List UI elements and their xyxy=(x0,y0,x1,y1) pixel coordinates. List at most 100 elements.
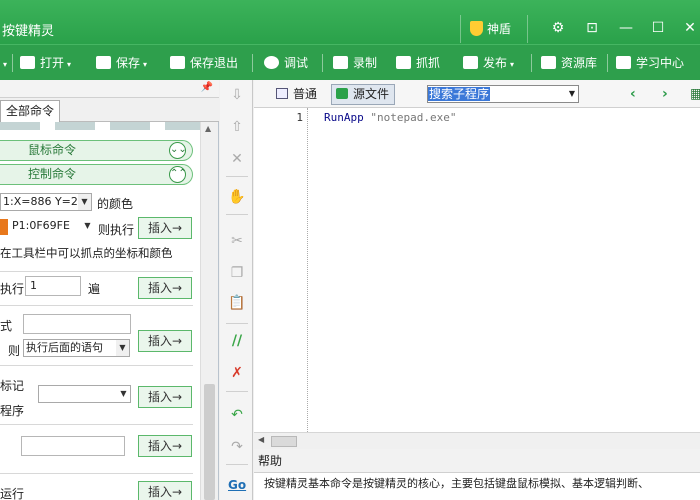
label-select[interactable]: ▼ xyxy=(38,385,131,403)
extra-input[interactable] xyxy=(21,436,125,456)
undo-icon[interactable]: ↶ xyxy=(228,406,246,424)
panel-scrollbar[interactable]: ▲ xyxy=(200,122,218,500)
mode-source-button[interactable]: 源文件 xyxy=(331,84,396,105)
insert-button-color[interactable]: 插入→ xyxy=(138,217,192,239)
command-panel: 📌 全部命令 鼠标命令 ⌄⌄ 控制命令 ⌃⌃ 1:X=886 Y=235 ▼ 的颜… xyxy=(0,80,219,500)
scroll-thumb[interactable] xyxy=(204,384,215,500)
collapse-chevron-icon[interactable]: ⌃⌃ xyxy=(169,166,187,183)
coord-select[interactable]: 1:X=886 Y=235 ▼ xyxy=(0,193,92,211)
insert-button-run[interactable]: 插入→ xyxy=(138,481,192,500)
source-view-icon xyxy=(336,88,348,99)
skin-icon[interactable]: ⊡ xyxy=(580,18,604,38)
edit-icon-strip: ⇩ ⇧ ✕ ✋ ✂ ❐ 📋 // ✗ ↶ ↷ Go xyxy=(220,80,253,500)
mode-normal-button[interactable]: 普通 xyxy=(271,84,323,105)
editor-toolbar: 普通 源文件 搜索子程序 ▼ ‹ › ▦ xyxy=(254,80,700,108)
window-title: 按键精灵 xyxy=(2,24,55,39)
settings-icon[interactable]: ⚙ xyxy=(546,18,570,38)
scroll-left-icon[interactable]: ◀ xyxy=(258,435,264,444)
section-mouse-label: 鼠标命令 xyxy=(28,143,77,157)
delete-icon[interactable]: ✕ xyxy=(228,150,246,168)
section-control-label: 控制命令 xyxy=(28,167,77,181)
cond-then-label: 则 xyxy=(8,344,21,358)
publish-button[interactable]: 发布 ▾ xyxy=(463,45,514,81)
hand-icon[interactable]: ✋ xyxy=(228,188,246,206)
line-gutter: 1 xyxy=(254,108,308,432)
maximize-button[interactable]: ☐ xyxy=(646,18,670,38)
color-value-select[interactable]: P1:0F69FE ▼ xyxy=(10,218,94,236)
code-string: "notepad.exe" xyxy=(370,111,457,124)
cut-icon[interactable]: ✂ xyxy=(228,232,246,250)
insert-button-loop[interactable]: 插入→ xyxy=(138,277,192,299)
next-nav-icon[interactable]: › xyxy=(662,86,668,102)
comment-icon[interactable]: // xyxy=(228,332,246,350)
learn-center-button[interactable]: 学习中心 xyxy=(616,45,684,81)
grid-view-icon[interactable]: ▦ xyxy=(690,86,700,102)
save-button[interactable]: 保存 ▾ xyxy=(96,45,147,81)
close-button[interactable]: ✕ xyxy=(678,18,700,38)
panel-header: 📌 xyxy=(0,80,219,98)
insert-button-label[interactable]: 插入→ xyxy=(138,386,192,408)
learn-icon xyxy=(616,56,631,69)
library-button[interactable]: 资源库 xyxy=(541,45,597,81)
record-button[interactable]: 录制 xyxy=(333,45,377,81)
insert-button-condition[interactable]: 插入→ xyxy=(138,330,192,352)
shield-icon xyxy=(470,21,483,36)
line-number: 1 xyxy=(296,111,303,124)
tab-all-commands[interactable]: 全部命令 xyxy=(0,100,60,122)
save-exit-icon xyxy=(170,56,185,69)
loop-prefix-label: 执行 xyxy=(0,282,25,296)
debug-button[interactable]: 调试 xyxy=(264,45,308,81)
cond-action-select[interactable]: 执行后面的语句 ▼ xyxy=(23,339,130,357)
cond-input[interactable] xyxy=(23,314,131,334)
record-icon xyxy=(333,56,348,69)
insert-button-extra[interactable]: 插入→ xyxy=(138,435,192,457)
goto-icon[interactable]: Go xyxy=(228,476,246,494)
label-prefix: 标记 xyxy=(0,379,25,393)
uncomment-icon[interactable]: ✗ xyxy=(228,364,246,382)
then-exec-label: 则执行 xyxy=(98,223,135,237)
cond-prefix-label: 式 xyxy=(0,319,13,333)
main-toolbar: ▾ 打开 ▾ 保存 ▾ 保存退出 调试 录制 抓抓 发布 ▾ 资源库 学习中心 xyxy=(0,44,700,80)
minimize-button[interactable]: — xyxy=(614,18,638,38)
color-swatch xyxy=(0,219,8,235)
library-icon xyxy=(541,56,556,69)
help-text: 按键精灵基本命令是按键精灵的核心，主要包括键盘鼠标模拟、基本逻辑判断、 xyxy=(254,473,700,500)
redo-icon[interactable]: ↷ xyxy=(228,438,246,456)
play-icon xyxy=(264,56,279,69)
procedure-prefix: 程序 xyxy=(0,404,25,418)
subroutine-search-select[interactable]: 搜索子程序 ▼ xyxy=(427,85,579,103)
open-button[interactable]: 打开 ▾ xyxy=(20,45,71,81)
panel-tabstrip: 全部命令 xyxy=(0,98,219,122)
color-suffix-label: 的颜色 xyxy=(97,197,134,211)
run-prefix-label: 运行 xyxy=(0,487,25,500)
code-keyword: RunApp xyxy=(324,111,364,124)
move-down-icon[interactable]: ⇩ xyxy=(228,86,246,104)
color-hint: 在工具栏中可以抓点的坐标和颜色 xyxy=(0,246,173,260)
cut-off-row xyxy=(0,122,200,130)
hscroll-thumb[interactable] xyxy=(271,436,297,447)
folder-icon xyxy=(20,56,35,69)
scroll-up-icon[interactable]: ▲ xyxy=(205,124,211,133)
move-up-icon[interactable]: ⇧ xyxy=(228,118,246,136)
code-editor[interactable]: 1 RunApp "notepad.exe" xyxy=(254,108,700,432)
section-control-commands[interactable]: 控制命令 ⌃⌃ xyxy=(0,164,193,185)
pin-icon[interactable]: 📌 xyxy=(201,82,213,93)
copy-icon[interactable]: ❐ xyxy=(228,264,246,282)
expand-chevron-icon[interactable]: ⌄⌄ xyxy=(169,142,187,159)
prev-nav-icon[interactable]: ‹ xyxy=(630,86,636,102)
loop-count-input[interactable]: 1 xyxy=(25,276,81,296)
normal-view-icon xyxy=(276,88,288,99)
title-bar: 按键精灵 神盾 ⚙ ⊡ — ☐ ✕ xyxy=(0,0,700,44)
paste-icon[interactable]: 📋 xyxy=(228,294,246,312)
shield-label: 神盾 xyxy=(487,22,512,36)
publish-icon xyxy=(463,56,478,69)
save-icon xyxy=(96,56,111,69)
code-line[interactable]: RunApp "notepad.exe" xyxy=(324,111,456,124)
section-mouse-commands[interactable]: 鼠标命令 ⌄⌄ xyxy=(0,140,193,161)
editor-hscrollbar[interactable]: ◀ xyxy=(254,432,700,449)
toolbar-caret-left[interactable]: ▾ xyxy=(0,45,7,81)
save-exit-button[interactable]: 保存退出 xyxy=(170,45,238,81)
grab-button[interactable]: 抓抓 xyxy=(396,45,440,81)
shield-button[interactable]: 神盾 xyxy=(460,15,528,43)
loop-suffix-label: 遍 xyxy=(88,282,101,296)
